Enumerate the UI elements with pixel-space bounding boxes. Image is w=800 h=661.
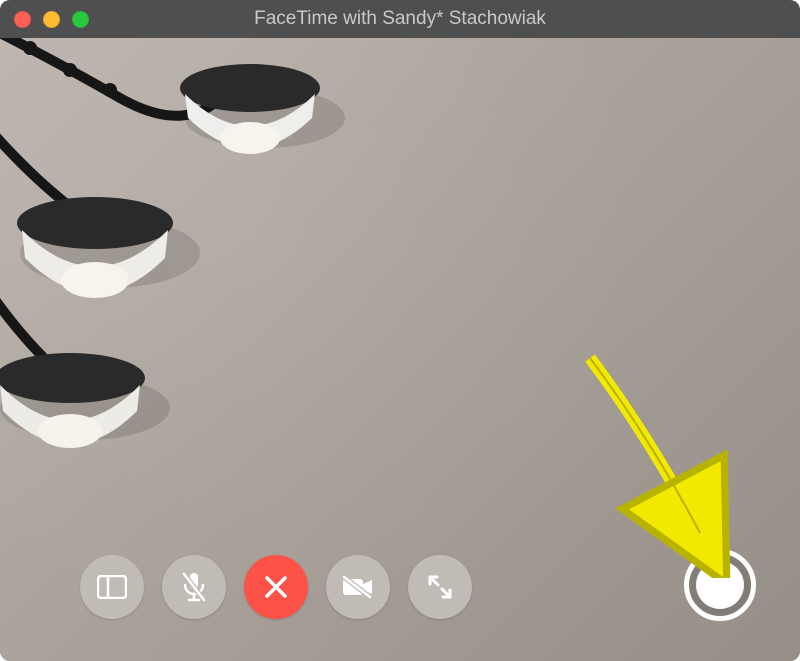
sidebar-icon bbox=[97, 575, 127, 599]
fullscreen-button[interactable] bbox=[408, 555, 472, 619]
close-icon[interactable] bbox=[14, 11, 31, 28]
annotation-arrow bbox=[560, 338, 760, 578]
window-title: FaceTime with Sandy* Stachowiak bbox=[0, 8, 800, 30]
zoom-icon[interactable] bbox=[72, 11, 89, 28]
end-call-button[interactable] bbox=[244, 555, 308, 619]
mute-button[interactable] bbox=[162, 555, 226, 619]
live-photo-shutter[interactable] bbox=[684, 549, 756, 621]
video-area bbox=[0, 38, 800, 661]
camera-off-icon bbox=[341, 575, 375, 599]
facetime-window: FaceTime with Sandy* Stachowiak bbox=[0, 0, 800, 661]
call-controls bbox=[80, 555, 472, 619]
traffic-lights bbox=[14, 11, 89, 28]
expand-icon bbox=[427, 574, 453, 600]
minimize-icon[interactable] bbox=[43, 11, 60, 28]
titlebar: FaceTime with Sandy* Stachowiak bbox=[0, 0, 800, 38]
close-x-icon bbox=[263, 574, 289, 600]
microphone-off-icon bbox=[180, 571, 208, 603]
ceiling-light-fixture bbox=[0, 38, 350, 448]
shutter-dot-icon bbox=[696, 561, 744, 609]
sidebar-button[interactable] bbox=[80, 555, 144, 619]
camera-off-button[interactable] bbox=[326, 555, 390, 619]
